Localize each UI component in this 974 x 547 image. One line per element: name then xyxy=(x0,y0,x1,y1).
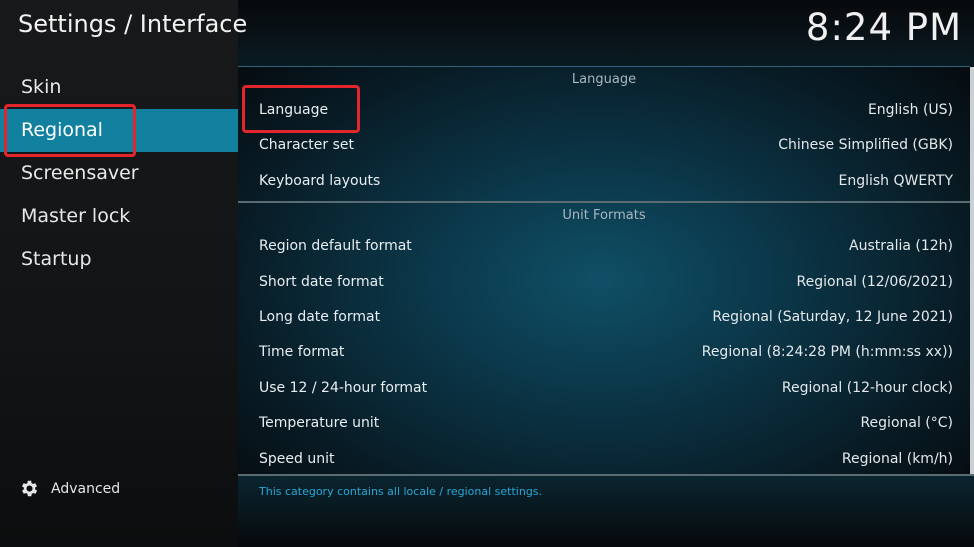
setting-label: Use 12 / 24-hour format xyxy=(259,379,428,396)
advanced-label: Advanced xyxy=(51,480,121,497)
setting-row-short-date-format[interactable]: Short date format Regional (12/06/2021) xyxy=(238,265,970,300)
setting-label: Speed unit xyxy=(259,450,335,467)
setting-row-hour-format[interactable]: Use 12 / 24-hour format Regional (12-hou… xyxy=(238,371,970,406)
category-description: This category contains all locale / regi… xyxy=(259,485,543,498)
settings-list: Language Language English (US) Character… xyxy=(238,66,970,477)
setting-value: English QWERTY xyxy=(838,172,953,189)
setting-row-keyboard-layouts[interactable]: Keyboard layouts English QWERTY xyxy=(238,164,970,199)
setting-label: Region default format xyxy=(259,238,412,255)
clock: 8:24 PM xyxy=(805,6,962,49)
setting-value: Regional (Saturday, 12 June 2021) xyxy=(712,308,953,325)
setting-row-speed-unit[interactable]: Speed unit Regional (km/h) xyxy=(238,442,970,477)
setting-value: Australia (12h) xyxy=(849,238,953,255)
sidebar: Settings / Interface Skin Regional Scree… xyxy=(0,0,247,547)
sidebar-item-master-lock[interactable]: Master lock xyxy=(0,195,238,238)
setting-value: Regional (8:24:28 PM (h:mm:ss xx)) xyxy=(701,344,953,361)
setting-label: Time format xyxy=(259,344,345,361)
setting-value: Regional (12-hour clock) xyxy=(781,379,953,396)
setting-label: Temperature unit xyxy=(259,415,380,432)
setting-row-time-format[interactable]: Time format Regional (8:24:28 PM (h:mm:s… xyxy=(238,335,970,370)
advanced-button[interactable]: Advanced xyxy=(19,478,120,499)
sidebar-item-regional[interactable]: Regional xyxy=(0,109,238,152)
top-bar: 8:24 PM xyxy=(238,0,974,66)
section-header-language: Language xyxy=(571,72,637,87)
setting-label: Long date format xyxy=(259,308,381,325)
page-title: Settings / Interface xyxy=(18,10,248,38)
setting-row-language[interactable]: Language English (US) xyxy=(238,93,970,128)
section-header-unit-formats: Unit Formats xyxy=(562,208,646,224)
setting-row-character-set[interactable]: Character set Chinese Simplified (GBK) xyxy=(238,128,970,163)
setting-label: Keyboard layouts xyxy=(259,172,381,189)
sidebar-item-screensaver[interactable]: Screensaver xyxy=(0,152,238,195)
setting-label: Character set xyxy=(259,137,354,154)
setting-row-region-default-format[interactable]: Region default format Australia (12h) xyxy=(238,229,970,264)
sidebar-item-skin[interactable]: Skin xyxy=(0,66,238,109)
setting-value: Regional (°C) xyxy=(860,415,953,432)
setting-value: Regional (km/h) xyxy=(841,450,953,467)
footer-divider xyxy=(238,474,974,476)
settings-screen: 8:24 PM Settings / Interface Skin Region… xyxy=(0,0,974,547)
setting-row-long-date-format[interactable]: Long date format Regional (Saturday, 12 … xyxy=(238,300,970,335)
setting-value: Chinese Simplified (GBK) xyxy=(778,137,953,154)
sidebar-item-startup[interactable]: Startup xyxy=(0,238,238,281)
setting-value: Regional (12/06/2021) xyxy=(796,273,953,290)
setting-label: Short date format xyxy=(259,273,384,290)
gear-icon xyxy=(21,480,38,497)
scrollbar[interactable] xyxy=(970,67,974,475)
setting-value: English (US) xyxy=(867,102,953,118)
setting-label: Language xyxy=(259,102,329,118)
setting-row-temperature-unit[interactable]: Temperature unit Regional (°C) xyxy=(238,406,970,441)
sidebar-nav: Skin Regional Screensaver Master lock St… xyxy=(0,66,238,281)
